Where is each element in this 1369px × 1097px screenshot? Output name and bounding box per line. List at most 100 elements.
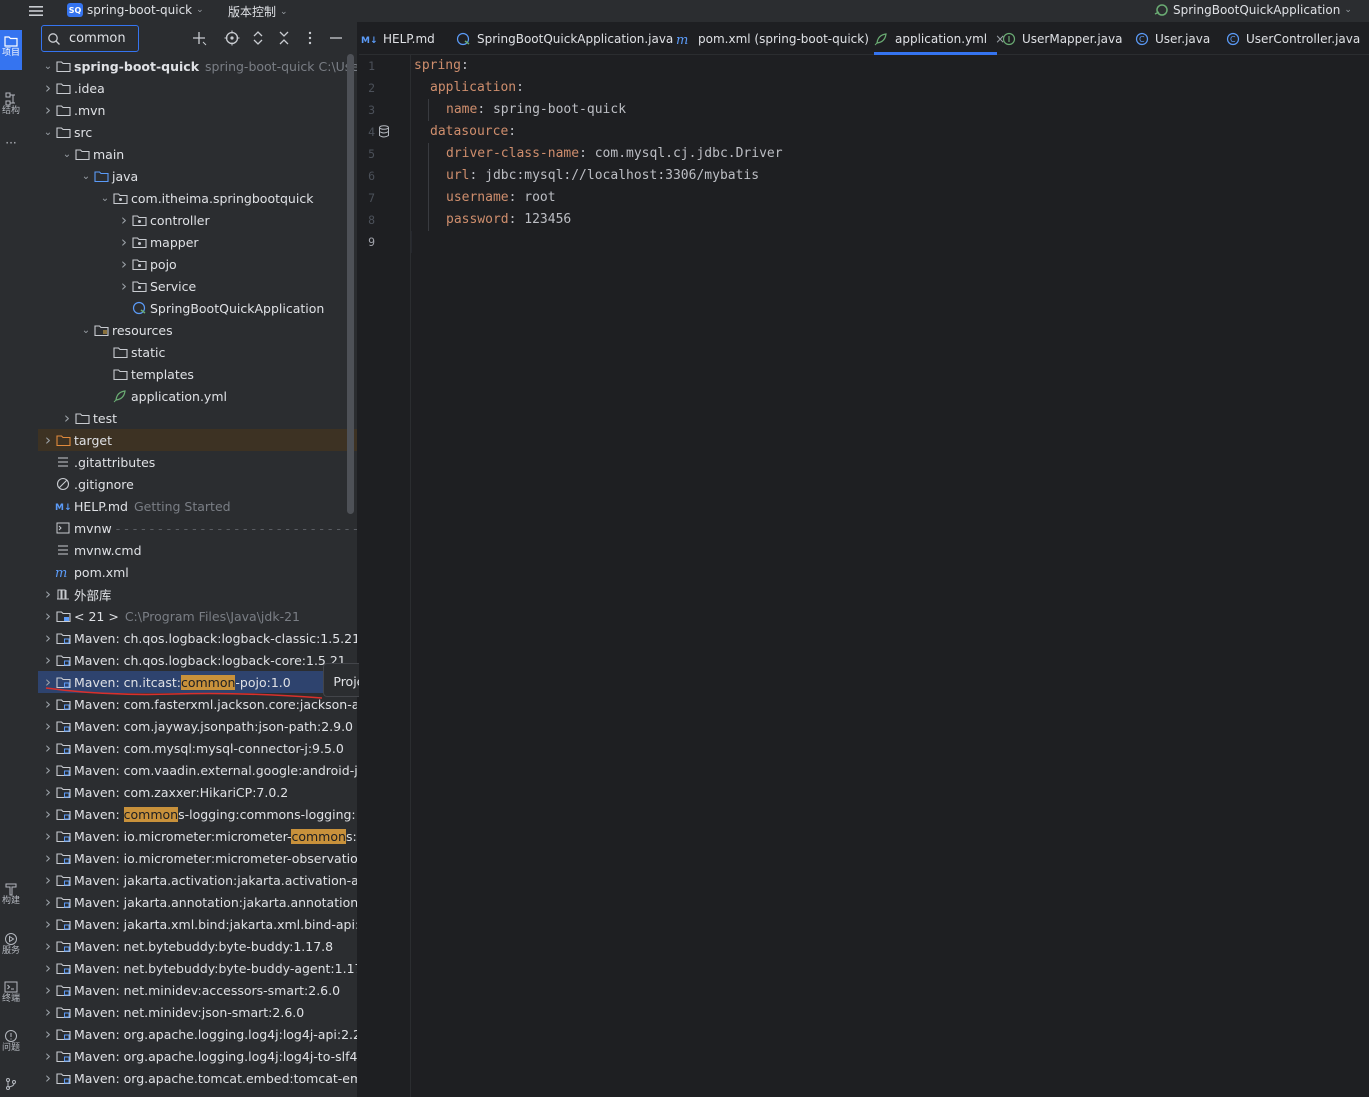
tree-row[interactable]: › Maven: org.apache.tomcat.embed:tomcat-e… [38, 1067, 357, 1089]
expand-all-icon[interactable] [250, 30, 266, 46]
tree-row[interactable]: SpringBootQuickApplication [38, 297, 357, 319]
chevron-down-icon[interactable]: ⌄ [60, 149, 74, 160]
chevron-right-icon[interactable]: › [41, 431, 55, 449]
code-editor[interactable]: spring: application: name: spring-boot-q… [412, 55, 1369, 1097]
tree-row[interactable]: › Maven: com.zaxxer:HikariCP:7.0.2 [38, 781, 357, 803]
tree-search-field[interactable] [41, 25, 139, 52]
tree-row[interactable]: m pom.xml [38, 561, 357, 583]
chevron-right-icon[interactable]: › [41, 871, 55, 889]
code-line[interactable]: driver-class-name: com.mysql.cj.jdbc.Dri… [446, 143, 783, 165]
tree-row[interactable]: › 外部库 [38, 583, 357, 605]
editor-tab[interactable]: m pom.xml (spring-boot-quick) [676, 22, 869, 55]
more-tools-button[interactable]: ··· [0, 137, 22, 152]
tree-row[interactable]: › Maven: org.apache.logging.log4j:log4j-t… [38, 1045, 357, 1067]
tree-row[interactable]: › Maven: ch.qos.logback:logback-core:1.5.… [38, 649, 357, 671]
tree-row[interactable]: › test [38, 407, 357, 429]
tree-row[interactable]: › Maven: com.mysql:mysql-connector-j:9.5.… [38, 737, 357, 759]
tree-row[interactable]: templates [38, 363, 357, 385]
tree-row[interactable]: › Maven: io.micrometer:micrometer-observa… [38, 847, 357, 869]
editor-tab[interactable]: SpringBootQuickApplication.java [456, 22, 673, 55]
tree-row[interactable]: › Maven: org.apache.logging.log4j:log4j-a… [38, 1023, 357, 1045]
database-icon[interactable] [378, 125, 390, 138]
code-line[interactable]: username: root [446, 187, 556, 209]
hide-panel-icon[interactable] [328, 30, 344, 46]
tree-row[interactable]: › Maven: jakarta.annotation:jakarta.annot… [38, 891, 357, 913]
chevron-down-icon[interactable]: ⌄ [98, 193, 112, 204]
add-icon[interactable] [192, 30, 208, 46]
tree-row[interactable]: › .idea [38, 77, 357, 99]
code-line[interactable]: datasource: [430, 121, 524, 143]
chevron-right-icon[interactable]: › [41, 629, 55, 647]
structure-tool-button[interactable]: 结构 [0, 92, 22, 128]
chevron-right-icon[interactable]: › [41, 79, 55, 97]
tree-row[interactable]: › Maven: io.micrometer:micrometer-commons… [38, 825, 357, 847]
chevron-right-icon[interactable]: › [41, 717, 55, 735]
tree-row[interactable]: › Maven: net.bytebuddy:byte-buddy-agent:1… [38, 957, 357, 979]
chevron-right-icon[interactable]: › [41, 827, 55, 845]
chevron-right-icon[interactable]: › [41, 805, 55, 823]
tree-row[interactable]: .gitattributes [38, 451, 357, 473]
chevron-right-icon[interactable]: › [41, 1047, 55, 1065]
tree-row[interactable]: › Maven: net.minidev:accessors-smart:2.6.… [38, 979, 357, 1001]
tree-row[interactable]: › Maven: jakarta.xml.bind:jakarta.xml.bin… [38, 913, 357, 935]
tree-row[interactable]: application.yml [38, 385, 357, 407]
chevron-right-icon[interactable]: › [41, 959, 55, 977]
tree-row[interactable]: mvnw - - - - - - - - - - - - - - - - - - … [38, 517, 357, 539]
chevron-down-icon[interactable]: ⌄ [41, 127, 55, 138]
chevron-right-icon[interactable]: › [41, 607, 55, 625]
tree-row[interactable]: mvnw.cmd [38, 539, 357, 561]
chevron-right-icon[interactable]: › [41, 1003, 55, 1021]
tree-row[interactable]: › Maven: ch.qos.logback:logback-classic:1… [38, 627, 357, 649]
chevron-right-icon[interactable]: › [41, 739, 55, 757]
code-line[interactable]: name: spring-boot-quick [446, 99, 626, 121]
chevron-right-icon[interactable]: › [41, 1025, 55, 1043]
chevron-right-icon[interactable]: › [117, 255, 131, 273]
code-line[interactable]: spring: [414, 55, 477, 77]
chevron-right-icon[interactable]: › [60, 409, 74, 427]
editor-tab[interactable]: UserMapper.java [1002, 22, 1122, 55]
problems-tool-button[interactable]: 问题 [0, 1029, 22, 1063]
tree-row[interactable]: › target [38, 429, 357, 451]
tree-row[interactable]: M↓ HELP.md Getting Started [38, 495, 357, 517]
code-line[interactable]: password: 123456 [446, 209, 571, 231]
code-line[interactable]: application: [430, 77, 532, 99]
chevron-right-icon[interactable]: › [117, 211, 131, 229]
options-icon[interactable] [302, 30, 318, 46]
chevron-right-icon[interactable]: › [41, 893, 55, 911]
tree-row[interactable]: › Maven: net.bytebuddy:byte-buddy:1.17.8 [38, 935, 357, 957]
vcs-menu[interactable]: 版本控制 ⌄ [228, 3, 288, 20]
tree-row[interactable]: .gitignore [38, 473, 357, 495]
build-tool-button[interactable]: 构建 [0, 882, 22, 916]
tree-row[interactable]: › Maven: jakarta.activation:jakarta.activ… [38, 869, 357, 891]
chevron-right-icon[interactable]: › [41, 783, 55, 801]
chevron-right-icon[interactable]: › [41, 101, 55, 119]
tree-row[interactable]: ⌄ com.itheima.springbootquick [38, 187, 357, 209]
tree-row[interactable]: ⌄ main [38, 143, 357, 165]
chevron-down-icon[interactable]: ⌄ [79, 171, 93, 182]
code-line[interactable]: url: jdbc:mysql://localhost:3306/mybatis [446, 165, 759, 187]
chevron-right-icon[interactable]: › [117, 277, 131, 295]
chevron-down-icon[interactable]: ⌄ [41, 61, 55, 72]
project-selector[interactable]: SQ spring-boot-quick ⌄ [67, 3, 204, 17]
search-input[interactable] [69, 31, 129, 46]
editor-tab[interactable]: C User.java [1135, 22, 1210, 55]
tree-row[interactable]: › Service [38, 275, 357, 297]
chevron-down-icon[interactable]: ⌄ [79, 325, 93, 336]
chevron-right-icon[interactable]: › [41, 1069, 55, 1087]
tree-row[interactable]: › pojo [38, 253, 357, 275]
tree-row[interactable]: › controller [38, 209, 357, 231]
tree-row[interactable]: › .mvn [38, 99, 357, 121]
collapse-all-icon[interactable] [276, 30, 292, 46]
tree-row[interactable]: ⌄ java [38, 165, 357, 187]
terminal-tool-button[interactable]: 终端 [0, 980, 22, 1014]
chevron-right-icon[interactable]: › [41, 981, 55, 999]
tree-row[interactable]: › Maven: com.vaadin.external.google:andro… [38, 759, 357, 781]
main-menu-icon[interactable] [27, 3, 45, 19]
tree-root-row[interactable]: ⌄ spring-boot-quick spring-boot-quick C:\U… [38, 55, 357, 77]
chevron-right-icon[interactable]: › [41, 915, 55, 933]
tree-row[interactable]: › Maven: com.jayway.jsonpath:json-path:2.… [38, 715, 357, 737]
chevron-right-icon[interactable]: › [41, 761, 55, 779]
tree-row[interactable]: static [38, 341, 357, 363]
locate-icon[interactable] [224, 30, 240, 46]
editor-tab[interactable]: M↓ HELP.md [361, 22, 435, 55]
